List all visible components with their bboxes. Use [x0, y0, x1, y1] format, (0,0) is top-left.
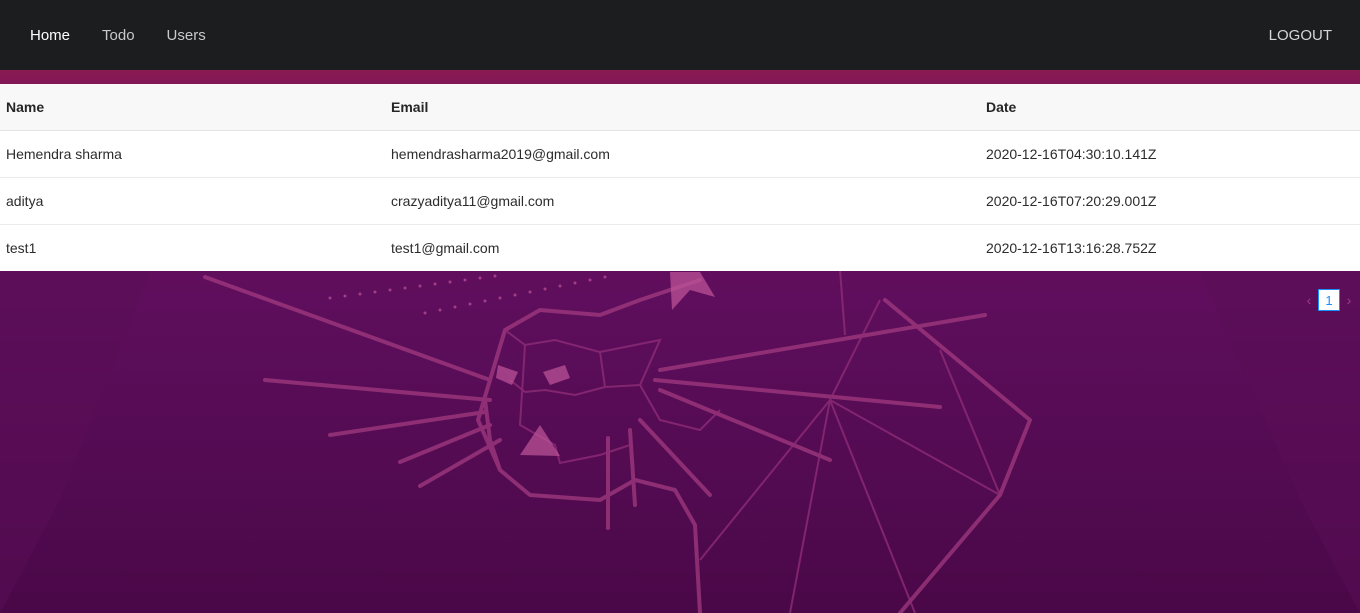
top-navbar: Home Todo Users LOGOUT [0, 0, 1360, 70]
table-row[interactable]: test1 test1@gmail.com 2020-12-16T13:16:2… [0, 225, 1360, 272]
table-row[interactable]: aditya crazyaditya11@gmail.com 2020-12-1… [0, 177, 1360, 225]
chevron-right-icon[interactable]: › [1344, 292, 1354, 308]
nav-link-todo[interactable]: Todo [102, 27, 135, 44]
chevron-left-icon[interactable]: ‹ [1304, 292, 1314, 308]
cell-email: hemendrasharma2019@gmail.com [385, 130, 980, 178]
cell-date: 2020-12-16T13:16:28.752Z [986, 240, 1157, 256]
cell-email: test1@gmail.com [391, 240, 500, 256]
pagination: ‹ 1 › [1304, 289, 1354, 311]
page-button-current[interactable]: 1 [1318, 289, 1340, 311]
column-header-email[interactable]: Email [385, 84, 980, 131]
column-header-name[interactable]: Name [0, 84, 385, 131]
nav-links: Home Todo Users [30, 27, 238, 44]
nav-link-home[interactable]: Home [30, 27, 70, 44]
cell-email: crazyaditya11@gmail.com [385, 177, 980, 225]
table-row[interactable]: Hemendra sharma hemendrasharma2019@gmail… [0, 130, 1360, 178]
cell-name: aditya [0, 177, 385, 225]
cell-date: 2020-12-16T07:20:29.001Z [980, 177, 1360, 225]
logout-button[interactable]: LOGOUT [1269, 27, 1332, 44]
cell-name: test1 [6, 240, 37, 256]
users-table: Name Email Date Hemendra sharma hemendra… [0, 84, 1360, 271]
users-table-container: Name Email Date Hemendra sharma hemendra… [0, 84, 1360, 271]
cell-date: 2020-12-16T04:30:10.141Z [980, 130, 1360, 178]
cell-name: Hemendra sharma [0, 130, 385, 178]
column-header-date[interactable]: Date [980, 84, 1360, 131]
nav-link-users[interactable]: Users [167, 27, 206, 44]
table-header-row: Name Email Date [0, 84, 1360, 131]
